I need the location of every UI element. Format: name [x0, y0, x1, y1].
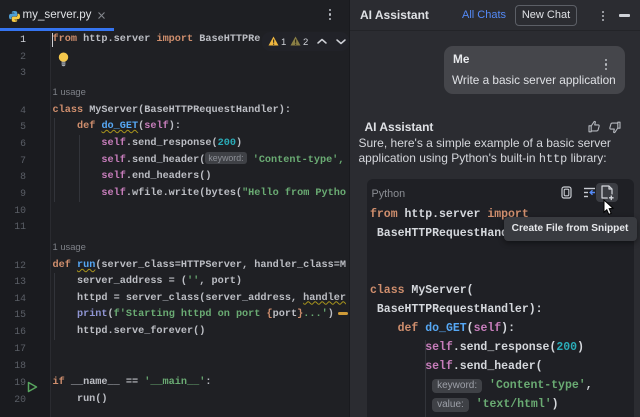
svg-text:2: 2 [303, 37, 308, 47]
svg-text:1: 1 [281, 37, 286, 47]
